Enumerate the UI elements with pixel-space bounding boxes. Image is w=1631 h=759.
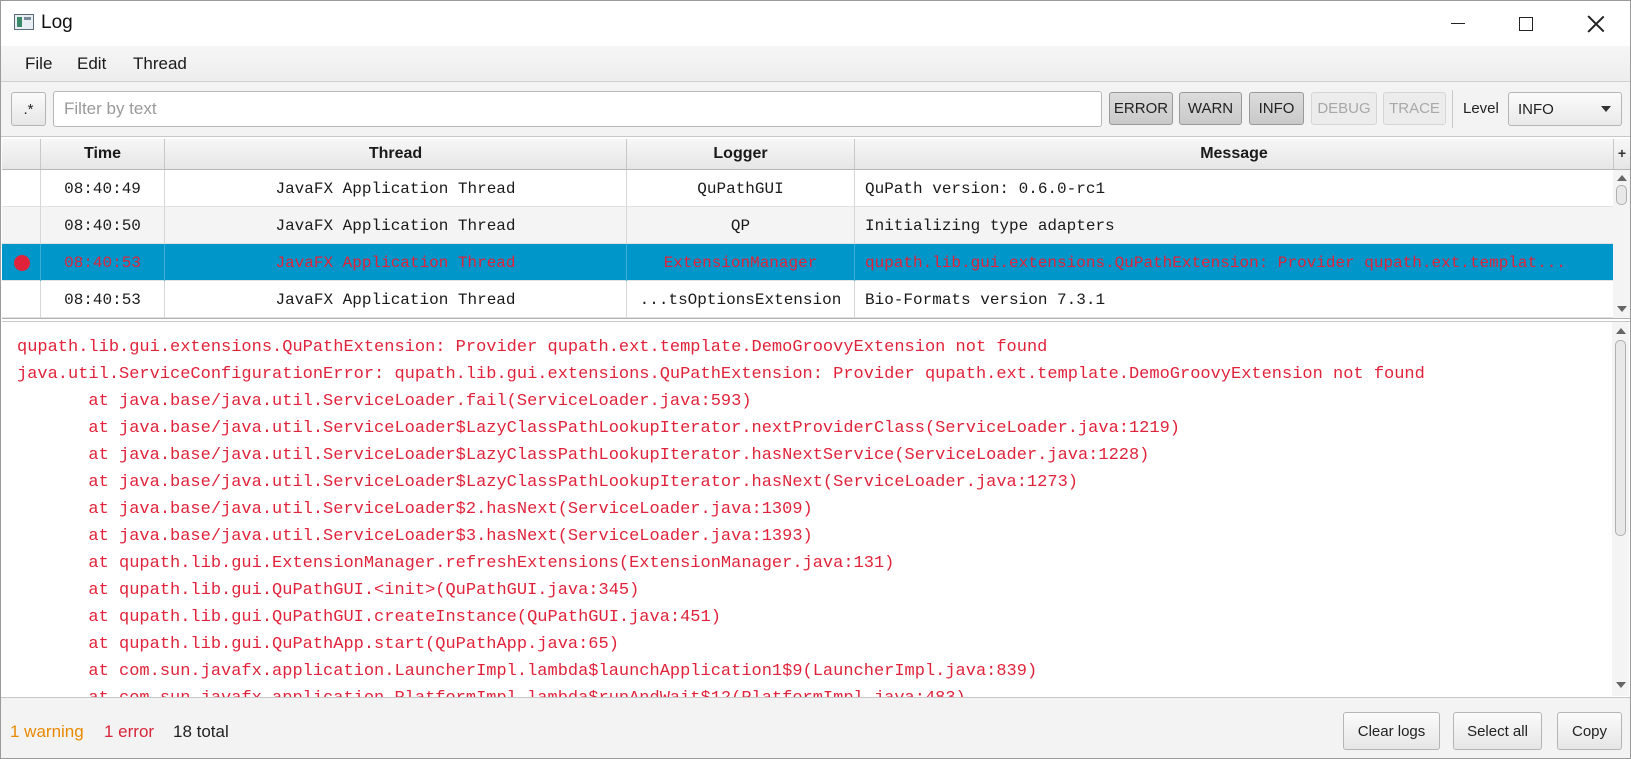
table-row[interactable]: 08:40:53 JavaFX Application Thread ...ts… xyxy=(2,281,1613,318)
detail-line: at java.base/java.util.ServiceLoader$Laz… xyxy=(17,473,1078,492)
time-cell: 08:40:53 xyxy=(41,244,165,281)
close-icon xyxy=(1587,15,1605,33)
header-level-column[interactable] xyxy=(2,139,41,169)
header-message[interactable]: Message xyxy=(855,139,1614,169)
thread-cell: JavaFX Application Thread xyxy=(165,207,627,244)
copy-button[interactable]: Copy xyxy=(1557,712,1622,750)
table-scrollbar[interactable] xyxy=(1613,170,1630,318)
scroll-down-icon[interactable] xyxy=(1617,306,1627,312)
level-cell xyxy=(2,244,41,281)
logger-cell: QuPathGUI xyxy=(627,170,855,207)
stack-trace-text[interactable]: qupath.lib.gui.extensions.QuPathExtensio… xyxy=(17,334,1610,697)
detail-line: at java.base/java.util.ServiceLoader$2.h… xyxy=(17,500,813,519)
details-scrollbar[interactable] xyxy=(1612,322,1629,696)
menu-thread[interactable]: Thread xyxy=(133,54,187,74)
logger-cell: ExtensionManager xyxy=(627,244,855,281)
level-cell xyxy=(2,170,41,207)
thread-cell: JavaFX Application Thread xyxy=(165,281,627,318)
filter-input[interactable] xyxy=(53,91,1102,127)
level-select-value: INFO xyxy=(1518,101,1554,118)
level-label: Level xyxy=(1463,100,1499,117)
thread-cell: JavaFX Application Thread xyxy=(165,244,627,281)
detail-line: at qupath.lib.gui.QuPathGUI.<init>(QuPat… xyxy=(17,581,640,600)
detail-line: at java.base/java.util.ServiceLoader.fai… xyxy=(17,392,752,411)
level-warn-toggle[interactable]: WARN xyxy=(1179,92,1242,125)
minimize-icon xyxy=(1451,23,1465,24)
filter-toolbar: .* ERROR WARN INFO DEBUG TRACE Level INF… xyxy=(1,82,1630,137)
level-error-toggle[interactable]: ERROR xyxy=(1109,92,1173,125)
maximize-icon xyxy=(1519,16,1533,31)
thread-cell: JavaFX Application Thread xyxy=(165,170,627,207)
total-count: 18 total xyxy=(173,722,229,741)
detail-line: at qupath.lib.gui.QuPathGUI.createInstan… xyxy=(17,608,721,627)
message-cell: Initializing type adapters xyxy=(865,216,1115,235)
level-select[interactable]: INFO xyxy=(1508,92,1622,126)
level-trace-toggle[interactable]: TRACE xyxy=(1383,92,1446,125)
error-level-icon xyxy=(14,254,30,271)
level-info-toggle[interactable]: INFO xyxy=(1249,92,1304,125)
menu-file[interactable]: File xyxy=(25,54,52,74)
message-cell: Bio-Formats version 7.3.1 xyxy=(865,290,1106,309)
logger-cell: QP xyxy=(627,207,855,244)
log-table: Time Thread Logger Message + 08:40:49 Ja… xyxy=(2,139,1630,319)
error-count: 1 error xyxy=(104,722,155,741)
header-time[interactable]: Time xyxy=(41,139,165,169)
chevron-down-icon xyxy=(1601,106,1611,112)
scroll-down-icon[interactable] xyxy=(1616,682,1626,688)
detail-line: at com.sun.javafx.application.PlatformIm… xyxy=(17,685,1610,697)
app-icon xyxy=(14,14,34,30)
detail-line: at com.sun.javafx.application.LauncherIm… xyxy=(17,662,1038,681)
toolbar-separator xyxy=(1452,90,1453,128)
menu-bar: File Edit Thread xyxy=(1,46,1630,82)
time-cell: 08:40:53 xyxy=(41,281,165,318)
log-window: Log File Edit Thread .* ERROR WARN INFO … xyxy=(0,0,1631,759)
scroll-up-icon[interactable] xyxy=(1617,175,1627,181)
regex-toggle-button[interactable]: .* xyxy=(11,92,46,126)
log-details-pane[interactable]: qupath.lib.gui.extensions.QuPathExtensio… xyxy=(2,321,1630,697)
title-bar: Log xyxy=(1,1,1630,46)
header-logger[interactable]: Logger xyxy=(627,139,855,169)
table-row-selected[interactable]: 08:40:53 JavaFX Application Thread Exten… xyxy=(2,244,1613,281)
detail-line: java.util.ServiceConfigurationError: qup… xyxy=(17,365,1425,384)
minimize-button[interactable] xyxy=(1423,1,1493,46)
message-cell: qupath.lib.gui.extensions.QuPathExtensio… xyxy=(865,253,1566,272)
detail-line: qupath.lib.gui.extensions.QuPathExtensio… xyxy=(17,338,1048,357)
clear-logs-button[interactable]: Clear logs xyxy=(1343,712,1440,750)
menu-edit[interactable]: Edit xyxy=(77,54,106,74)
detail-line: at java.base/java.util.ServiceLoader$Laz… xyxy=(17,419,1180,438)
scroll-up-icon[interactable] xyxy=(1616,328,1626,334)
scrollbar-thumb[interactable] xyxy=(1616,185,1627,205)
window-title: Log xyxy=(41,12,73,33)
maximize-button[interactable] xyxy=(1491,1,1561,46)
warning-count: 1 warning xyxy=(10,722,84,741)
header-thread[interactable]: Thread xyxy=(165,139,627,169)
time-cell: 08:40:50 xyxy=(41,207,165,244)
level-debug-toggle[interactable]: DEBUG xyxy=(1311,92,1377,125)
close-button[interactable] xyxy=(1561,1,1630,46)
detail-line: at java.base/java.util.ServiceLoader$3.h… xyxy=(17,527,813,546)
detail-line: at qupath.lib.gui.QuPathApp.start(QuPath… xyxy=(17,635,619,654)
logger-cell: ...tsOptionsExtension xyxy=(627,281,855,318)
scrollbar-thumb[interactable] xyxy=(1615,340,1626,536)
detail-line: at java.base/java.util.ServiceLoader$Laz… xyxy=(17,446,1150,465)
add-column-button[interactable]: + xyxy=(1614,139,1630,170)
level-cell xyxy=(2,281,41,318)
message-cell: QuPath version: 0.6.0-rc1 xyxy=(865,179,1106,198)
table-row[interactable]: 08:40:50 JavaFX Application Thread QP In… xyxy=(2,207,1613,244)
level-cell xyxy=(2,207,41,244)
status-bar: 1 warning 1 error 18 total Clear logs Se… xyxy=(1,697,1630,758)
table-row[interactable]: 08:40:49 JavaFX Application Thread QuPat… xyxy=(2,170,1613,207)
time-cell: 08:40:49 xyxy=(41,170,165,207)
select-all-button[interactable]: Select all xyxy=(1453,712,1542,750)
table-header: Time Thread Logger Message xyxy=(2,139,1614,170)
detail-line: at qupath.lib.gui.ExtensionManager.refre… xyxy=(17,554,895,573)
